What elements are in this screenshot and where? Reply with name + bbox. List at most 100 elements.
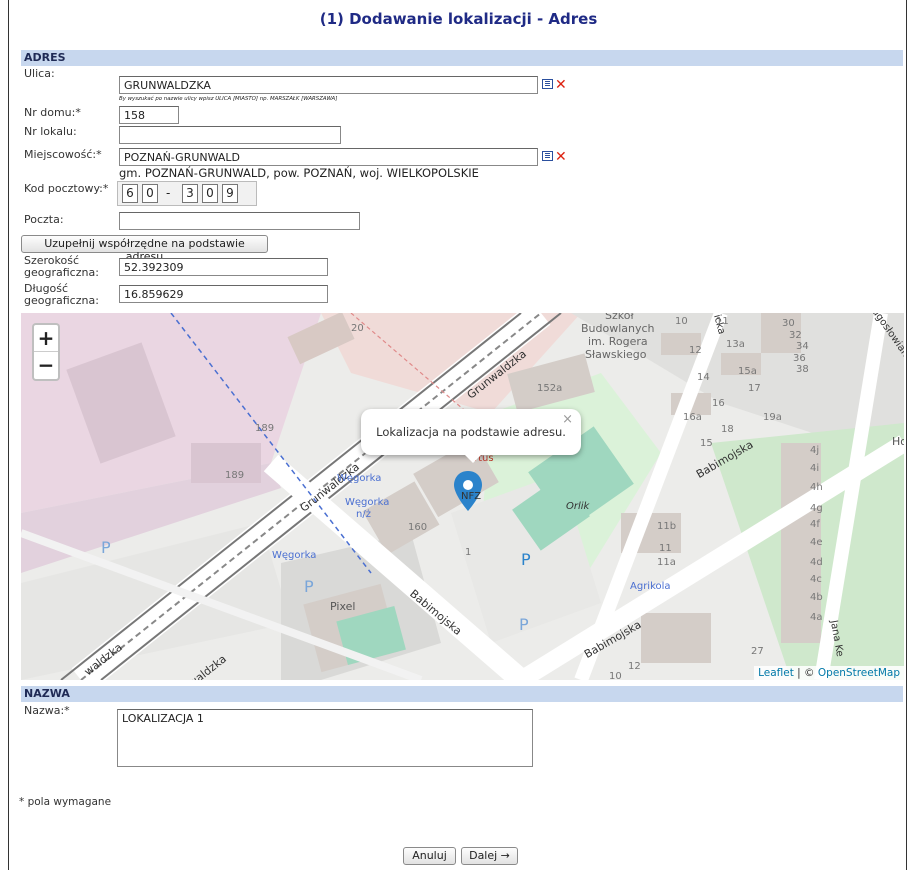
form-frame: (1) Dodawanie lokalizacji - Adres ADRES … xyxy=(8,0,907,870)
map-label-building: 4b xyxy=(810,592,823,603)
post-office-label: Poczta: xyxy=(24,213,64,226)
street-clear-icon[interactable]: ✕ xyxy=(555,78,567,92)
map-label-building: 12 xyxy=(628,661,641,672)
map-label-building: 11 xyxy=(659,543,672,554)
longitude-label: Długość geograficzna: xyxy=(24,283,99,307)
map-label-building: 152a xyxy=(537,383,563,394)
zoom-out-button[interactable]: − xyxy=(34,352,58,379)
name-textarea[interactable]: LOKALIZACJA 1 xyxy=(117,709,533,767)
map-label-stop: Węgorka xyxy=(272,550,317,561)
map-label-building: 189 xyxy=(225,470,245,481)
latitude-label-line2: geograficzna: xyxy=(24,266,99,279)
street-input[interactable] xyxy=(119,76,538,94)
cancel-button[interactable]: Anuluj xyxy=(403,847,456,865)
city-input[interactable] xyxy=(119,148,538,166)
city-list-icon[interactable] xyxy=(542,151,553,161)
parking-icon: P xyxy=(521,550,531,569)
map-label-building: 15a xyxy=(738,366,757,377)
postal-digit-3[interactable]: 3 xyxy=(182,184,198,203)
map-label-building: 16a xyxy=(683,412,702,423)
map-label-building: 15 xyxy=(700,438,713,449)
map-label-building: 34 xyxy=(796,341,809,352)
building-27 xyxy=(641,613,711,663)
map-label-building: 11 xyxy=(716,316,729,327)
map-label-building: 27 xyxy=(751,646,764,657)
postal-digit-1[interactable]: 6 xyxy=(122,184,138,203)
section-header-address: ADRES xyxy=(21,50,903,66)
house-number-label: Nr domu:* xyxy=(24,106,81,119)
street-label: Ulica: xyxy=(24,67,55,80)
postal-digit-2[interactable]: 0 xyxy=(142,184,158,203)
next-button[interactable]: Dalej → xyxy=(461,847,518,865)
leaflet-link[interactable]: Leaflet xyxy=(758,667,794,679)
map-label-stop: Węgorka xyxy=(345,497,390,508)
city-label: Miejscowość:* xyxy=(24,148,102,161)
map-label-poi: NFZ xyxy=(461,491,482,502)
map-zoom-control: + − xyxy=(32,323,60,381)
house-number-input[interactable] xyxy=(119,106,179,124)
longitude-input[interactable] xyxy=(119,285,328,303)
map-label-building: Ho xyxy=(892,435,904,448)
map-label-building: 18 xyxy=(721,424,734,435)
map-label-building: 19a xyxy=(763,412,782,423)
parking-icon: P xyxy=(101,538,111,557)
openstreetmap-link[interactable]: OpenStreetMap xyxy=(818,667,900,679)
name-label: Nazwa:* xyxy=(24,704,70,717)
map-label-poi: Sławskiego xyxy=(585,348,647,361)
map-label-building: 4h xyxy=(810,482,823,493)
map-label-poi: im. Rogera xyxy=(588,335,648,348)
map-label-building: 4g xyxy=(810,503,823,514)
map-label-building: 12 xyxy=(689,345,702,356)
map-label-building: 20 xyxy=(351,323,364,334)
postal-digit-4[interactable]: 0 xyxy=(202,184,218,203)
map-label-building: 17 xyxy=(748,383,761,394)
section-header-name: NAZWA xyxy=(21,686,903,702)
map-label-building: 4e xyxy=(810,537,823,548)
map-attribution: Leaflet | © OpenStreetMap xyxy=(754,666,904,680)
map-label-poi: Pixel xyxy=(330,600,356,613)
parking-icon: P xyxy=(304,577,314,596)
city-clear-icon[interactable]: ✕ xyxy=(555,150,567,164)
map-label-stop: Węgorka xyxy=(337,473,382,484)
map-label-building: 13a xyxy=(726,339,745,350)
map-view[interactable]: Grunwaldzka Grunwaldzka Grunwaldzka wald… xyxy=(21,313,904,680)
map-label-building: 16 xyxy=(712,398,725,409)
popup-text: Lokalizacja na podstawie adresu. xyxy=(376,425,566,439)
attribution-separator: | © xyxy=(793,667,818,679)
map-label-building: 10 xyxy=(609,671,622,680)
postal-digit-5[interactable]: 9 xyxy=(222,184,238,203)
postal-code-label: Kod pocztowy:* xyxy=(24,182,109,195)
map-label-building: 4d xyxy=(810,557,823,568)
page-title: (1) Dodawanie lokalizacji - Adres xyxy=(319,10,598,28)
map-label-building: 4f xyxy=(810,519,820,530)
street-list-icon[interactable] xyxy=(542,79,553,89)
required-fields-note: * pola wymagane xyxy=(19,796,112,808)
map-label-building: 36 xyxy=(793,353,806,364)
street-hint: By wyszukać po nazwie ulicy wpisz ULICA … xyxy=(119,96,338,102)
map-label-building: 38 xyxy=(796,364,809,375)
popup-tip xyxy=(463,453,483,463)
flat-number-input[interactable] xyxy=(119,126,341,144)
zoom-in-button[interactable]: + xyxy=(34,325,58,352)
longitude-label-line2: geograficzna: xyxy=(24,294,99,307)
map-label-poi: Szkół xyxy=(605,313,634,322)
map-label-building: 160 xyxy=(408,522,428,533)
map-label-building: 1 xyxy=(465,547,472,558)
map-label-building: 30 xyxy=(782,318,795,329)
map-label-poi: Budowlanych xyxy=(581,322,655,335)
popup-close-icon[interactable]: × xyxy=(562,397,573,443)
city-detail: gm. POZNAŃ-GRUNWALD, pow. POZNAŃ, woj. W… xyxy=(119,166,479,180)
map-label-building: 10 xyxy=(675,316,688,327)
map-label-building: 11a xyxy=(657,557,676,568)
map-label-building: 4i xyxy=(810,463,820,474)
parking-icon: P xyxy=(519,615,529,634)
map-label-stop: n/ż xyxy=(356,509,371,520)
latitude-input[interactable] xyxy=(119,258,328,276)
post-office-input[interactable] xyxy=(119,212,360,230)
flat-number-label: Nr lokalu: xyxy=(24,125,77,138)
map-label-poi: Orlik xyxy=(566,501,590,512)
map-label-building: 14 xyxy=(697,372,710,383)
map-label-building: 4a xyxy=(810,612,823,623)
map-label-building: 4c xyxy=(810,574,822,585)
fill-coordinates-button[interactable]: Uzupełnij współrzędne na podstawie adres… xyxy=(21,235,268,263)
